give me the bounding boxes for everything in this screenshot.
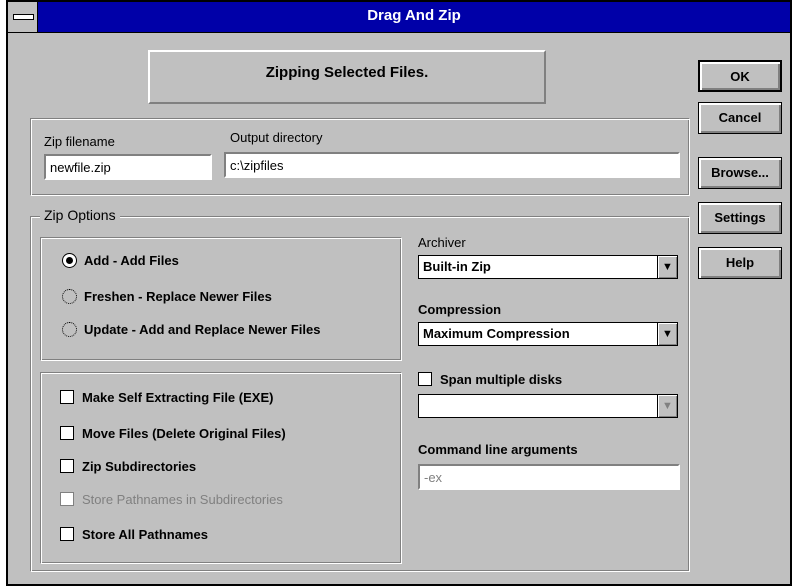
- checkbox-zip-subdirectories-label: Zip Subdirectories: [82, 459, 197, 474]
- checkbox-move-files-label: Move Files (Delete Original Files): [82, 426, 286, 441]
- output-directory-input[interactable]: c:\zipfiles: [224, 152, 680, 178]
- zip-filename-label: Zip filename: [44, 134, 115, 149]
- settings-button[interactable]: Settings: [698, 202, 782, 234]
- window-title: Drag And Zip: [367, 7, 461, 24]
- checkbox-zip-subdirectories[interactable]: [60, 459, 74, 473]
- radio-update-label: Update - Add and Replace Newer Files: [84, 322, 321, 337]
- checkbox-span-disks[interactable]: [418, 372, 432, 386]
- zip-options-label: Zip Options: [40, 207, 120, 223]
- archiver-value: Built-in Zip: [423, 259, 491, 274]
- ok-button[interactable]: OK: [698, 60, 782, 92]
- span-disks-select: ▼: [418, 394, 678, 418]
- compression-label: Compression: [418, 302, 502, 317]
- archiver-select[interactable]: Built-in Zip ▼: [418, 255, 678, 279]
- compression-dropdown-arrow-icon[interactable]: ▼: [657, 323, 677, 345]
- radio-freshen[interactable]: [62, 289, 77, 304]
- status-message: Zipping Selected Files.: [148, 50, 546, 104]
- system-menu-icon[interactable]: [8, 2, 38, 32]
- browse-button[interactable]: Browse...: [698, 157, 782, 189]
- checkbox-store-all-pathnames-label: Store All Pathnames: [82, 527, 208, 542]
- cancel-button[interactable]: Cancel: [698, 102, 782, 134]
- span-disks-dropdown-arrow-icon: ▼: [657, 395, 677, 417]
- checkbox-store-pathnames-subdirs: [60, 492, 74, 506]
- zip-filename-input[interactable]: newfile.zip: [44, 154, 212, 180]
- radio-add-label: Add - Add Files: [84, 253, 179, 268]
- radio-freshen-label: Freshen - Replace Newer Files: [84, 289, 272, 304]
- output-directory-label: Output directory: [230, 130, 323, 145]
- radio-add[interactable]: [62, 253, 77, 268]
- checkbox-self-extracting[interactable]: [60, 390, 74, 404]
- checkbox-self-extracting-label: Make Self Extracting File (EXE): [82, 390, 274, 405]
- command-line-label: Command line arguments: [418, 442, 578, 457]
- compression-select[interactable]: Maximum Compression ▼: [418, 322, 678, 346]
- checkbox-store-all-pathnames[interactable]: [60, 527, 74, 541]
- checkbox-move-files[interactable]: [60, 426, 74, 440]
- checkbox-span-disks-label: Span multiple disks: [440, 372, 563, 387]
- radio-update[interactable]: [62, 322, 77, 337]
- dialog-window: Drag And Zip Zipping Selected Files. OK …: [6, 0, 792, 586]
- help-button-label: Help: [725, 255, 755, 270]
- checkbox-store-pathnames-subdirs-label: Store Pathnames in Subdirectories: [82, 492, 283, 507]
- command-line-input[interactable]: -ex: [418, 464, 680, 490]
- title-bar: Drag And Zip: [8, 2, 790, 33]
- archiver-dropdown-arrow-icon[interactable]: ▼: [657, 256, 677, 278]
- archiver-label: Archiver: [418, 235, 466, 250]
- compression-value: Maximum Compression: [423, 326, 570, 341]
- help-button[interactable]: Help: [698, 247, 782, 279]
